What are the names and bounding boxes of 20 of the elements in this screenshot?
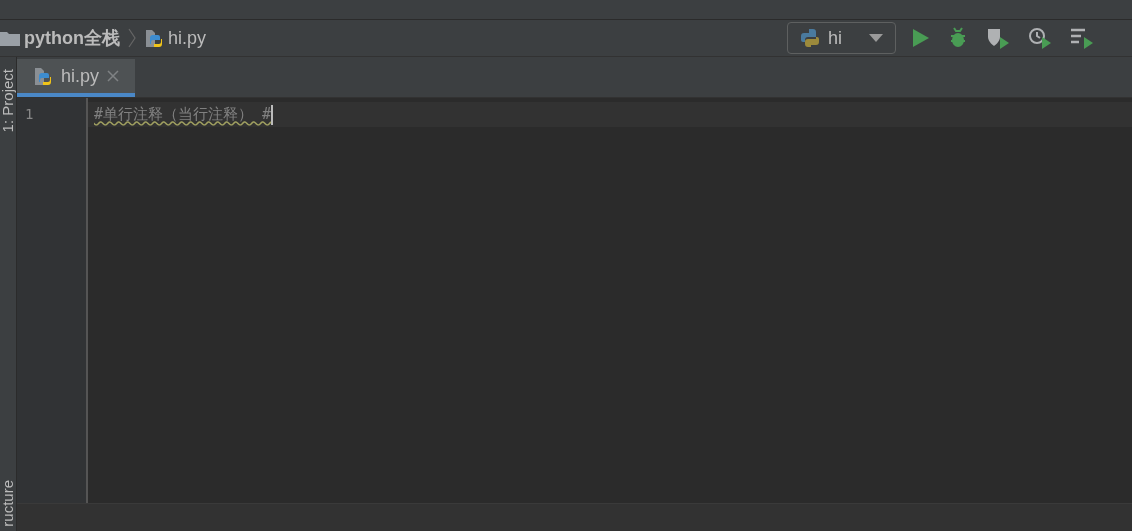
project-tool-tab[interactable]: 1: Project bbox=[0, 69, 16, 133]
run-configuration-dropdown[interactable]: hi bbox=[787, 22, 896, 54]
breadcrumb-item[interactable]: python全栈 bbox=[24, 24, 120, 52]
python-file-icon bbox=[33, 65, 53, 87]
python-file-icon bbox=[144, 27, 164, 49]
caret-icon bbox=[869, 34, 883, 42]
chevron-separator-icon bbox=[128, 28, 136, 48]
text-cursor bbox=[271, 104, 274, 125]
list-run-icon[interactable] bbox=[1070, 27, 1094, 49]
structure-tool-tab[interactable]: ructure bbox=[0, 480, 16, 527]
editor-tab[interactable]: hi.py bbox=[17, 59, 135, 97]
bug-icon[interactable] bbox=[948, 27, 968, 49]
line-number: 1 bbox=[25, 105, 34, 124]
clock-run-icon[interactable] bbox=[1028, 27, 1052, 49]
shield-run-icon[interactable] bbox=[986, 27, 1010, 49]
breadcrumb-item[interactable]: hi.py bbox=[168, 24, 207, 52]
folder-icon bbox=[0, 30, 20, 46]
python-icon bbox=[800, 28, 820, 48]
code-comment: #单行注释（当行注释） # bbox=[94, 104, 272, 126]
run-icon[interactable] bbox=[912, 28, 930, 48]
